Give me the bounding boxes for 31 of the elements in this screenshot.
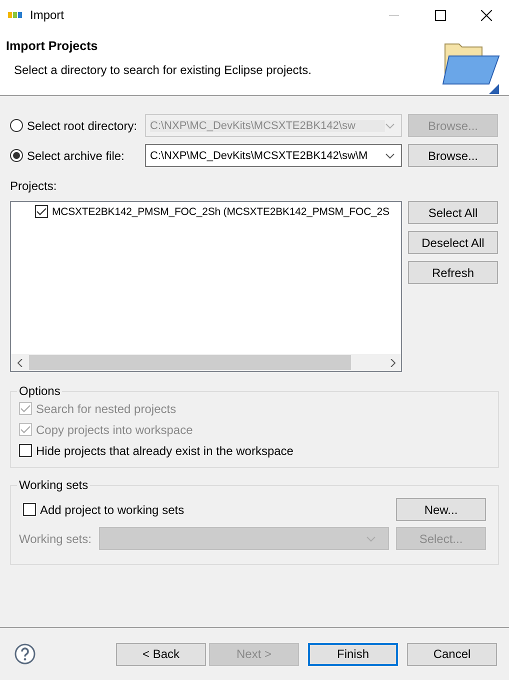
wizard-button[interactable]: Cancel: [407, 642, 497, 666]
page-title: Import Projects: [6, 39, 99, 53]
app-logo-icon: [8, 11, 22, 19]
project-action-button[interactable]: Deselect All: [408, 231, 498, 254]
working-sets-title: Working sets: [18, 478, 90, 492]
wizard-button[interactable]: < Back: [116, 642, 206, 666]
close-icon[interactable]: [480, 10, 492, 20]
scrollbar-thumb[interactable]: [29, 355, 351, 370]
help-icon[interactable]: [14, 643, 36, 665]
window-title: Import: [30, 8, 66, 22]
caret-icon: [385, 152, 395, 158]
option-label: Search for nested projects: [36, 402, 176, 416]
options-title: Options: [18, 384, 62, 398]
working-sets-label: Working sets:: [19, 532, 92, 546]
caret-icon: [366, 536, 376, 542]
option-checkbox[interactable]: [19, 444, 32, 457]
wizard-button[interactable]: Finish: [308, 642, 398, 666]
project-checkbox[interactable]: [35, 205, 48, 218]
add-to-working-sets-label: Add project to working sets: [40, 502, 184, 516]
project-name: MCSXTE2BK142_PMSM_FOC_2Sh (MCSXTE2BK142_PMSM_FOC_2S: [52, 206, 390, 218]
page-description: Select a directory to search for existing Eclipse projects.: [14, 63, 312, 77]
option-label: Hide projects that already exist in the workspace: [36, 444, 294, 458]
project-action-button[interactable]: Refresh: [408, 261, 498, 284]
browse-button[interactable]: Browse...: [408, 144, 498, 167]
projects-label: Projects:: [10, 179, 58, 193]
project-action-button[interactable]: Select All: [408, 201, 498, 224]
option-label: Copy projects into workspace: [36, 422, 193, 436]
maximize-icon[interactable]: [434, 10, 446, 20]
source-radio[interactable]: Select archive file:: [10, 148, 145, 162]
caret-icon: [385, 122, 395, 128]
path-combo[interactable]: C:\NXP\MC_DevKits\MCSXTE2BK142\sw\M: [145, 144, 402, 167]
